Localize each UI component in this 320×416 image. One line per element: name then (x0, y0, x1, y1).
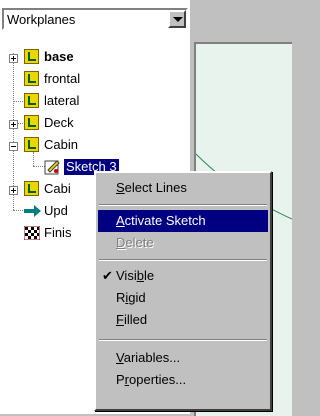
workplanes-dropdown-value: Workplanes (7, 12, 76, 27)
workplane-icon (24, 49, 39, 64)
checkmark-icon: ✔ (102, 268, 113, 283)
tree-item-frontal[interactable]: frontal (0, 68, 190, 90)
dropdown-arrow-button[interactable] (168, 10, 186, 28)
tree-item-label: Deck (44, 115, 74, 130)
menu-separator (99, 204, 267, 206)
menu-separator (99, 339, 267, 341)
context-menu: Select Lines Activate Sketch Delete ✔ Vi… (94, 171, 272, 411)
tree-item-label: Cabi (44, 181, 71, 196)
viewport-toolbar (190, 0, 292, 42)
menu-item-variables[interactable]: Variables... (98, 347, 268, 369)
menu-item-filled[interactable]: Filled (98, 309, 268, 331)
tree-item-base[interactable]: base (0, 46, 190, 68)
tree-item-label: base (44, 49, 74, 64)
workplane-icon (24, 181, 39, 196)
workplane-icon (24, 137, 39, 152)
menu-item-properties[interactable]: Properties... (98, 369, 268, 391)
workplane-icon (24, 71, 39, 86)
checkered-flag-icon (24, 226, 40, 240)
workplane-icon (24, 93, 39, 108)
tree-item-deck[interactable]: Deck (0, 112, 190, 134)
tree-item-label: Upd (44, 203, 68, 218)
menu-item-visible[interactable]: ✔ Visible (98, 265, 268, 287)
chevron-down-icon (173, 17, 183, 22)
expand-icon[interactable] (9, 54, 18, 63)
menu-item-activate-sketch[interactable]: Activate Sketch (98, 210, 268, 232)
menu-item-rigid[interactable]: Rigid (98, 287, 268, 309)
menu-separator (99, 259, 267, 261)
arrow-right-icon (24, 205, 41, 217)
tree-item-label: Cabin (44, 137, 78, 152)
tree-item-cabin[interactable]: Cabin (0, 134, 190, 156)
collapse-icon[interactable] (9, 142, 18, 151)
workplanes-dropdown[interactable]: Workplanes (2, 8, 188, 30)
expand-icon[interactable] (9, 120, 18, 129)
expand-icon[interactable] (9, 186, 18, 195)
menu-item-select-lines[interactable]: Select Lines (98, 177, 268, 199)
sketch-icon (44, 160, 60, 175)
tree-item-label: lateral (44, 93, 80, 108)
tree-item-label: frontal (44, 71, 81, 86)
tree-item-lateral[interactable]: lateral (0, 90, 190, 112)
workplane-icon (24, 115, 39, 130)
tree-item-label: Finis (44, 225, 72, 240)
menu-item-delete: Delete (116, 235, 154, 250)
